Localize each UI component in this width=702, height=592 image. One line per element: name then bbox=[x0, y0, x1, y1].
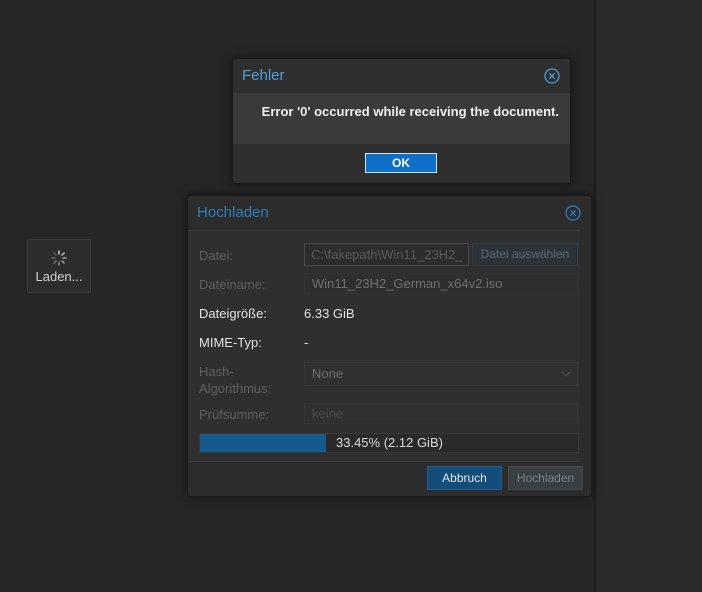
close-icon[interactable] bbox=[544, 68, 560, 84]
loading-label: Laden... bbox=[35, 269, 83, 284]
filename-field[interactable]: Win11_23H2_German_x64v2.iso bbox=[304, 273, 578, 294]
hash-select-value: None bbox=[312, 366, 344, 381]
checksum-field[interactable]: keine bbox=[304, 403, 578, 424]
upload-form: Datei: C:\fakepath\Win11_23H2_ Datei aus… bbox=[188, 230, 580, 462]
upload-progress-bar: 33.45% (2.12 GiB) bbox=[199, 433, 579, 453]
spinner-icon bbox=[51, 250, 67, 266]
progress-fill bbox=[200, 434, 327, 452]
error-dialog-footer: OK bbox=[233, 144, 570, 182]
upload-dialog-title: Hochladen bbox=[197, 204, 269, 221]
hash-label-line2: Algorithmus: bbox=[199, 381, 272, 396]
abort-button[interactable]: Abbruch bbox=[427, 466, 502, 490]
progress-text: 33.45% (2.12 GiB) bbox=[336, 435, 443, 450]
upload-dialog-header: Hochladen bbox=[188, 196, 591, 230]
filesize-value: 6.33 GiB bbox=[304, 306, 355, 321]
close-icon[interactable] bbox=[565, 205, 581, 221]
error-message: Error '0' occurred while receiving the d… bbox=[233, 93, 570, 144]
mime-value: - bbox=[304, 335, 309, 350]
upload-button[interactable]: Hochladen bbox=[508, 466, 583, 490]
chevron-down-icon bbox=[561, 371, 571, 377]
hash-select[interactable]: None bbox=[304, 362, 578, 386]
error-dialog-title: Fehler bbox=[242, 67, 285, 84]
upload-dialog: Hochladen Datei: C:\fakepath\Win11_23H2_… bbox=[187, 195, 592, 497]
right-panel bbox=[594, 0, 702, 592]
loading-mask: Laden... bbox=[27, 239, 91, 293]
hash-label-line1: Hash- bbox=[199, 364, 234, 379]
ok-button[interactable]: OK bbox=[365, 153, 437, 173]
mime-label: MIME-Typ: bbox=[199, 335, 262, 350]
error-dialog-header: Fehler bbox=[233, 59, 570, 93]
filesize-label: Dateigröße: bbox=[199, 306, 267, 321]
filename-label: Dateiname: bbox=[199, 277, 266, 292]
checksum-label: Prüfsumme: bbox=[199, 407, 270, 422]
error-dialog: Fehler Error '0' occurred while receivin… bbox=[232, 58, 571, 184]
choose-file-button[interactable]: Datei auswählen bbox=[472, 243, 578, 266]
file-path-field[interactable]: C:\fakepath\Win11_23H2_ bbox=[304, 243, 469, 266]
file-label: Datei: bbox=[199, 248, 233, 263]
